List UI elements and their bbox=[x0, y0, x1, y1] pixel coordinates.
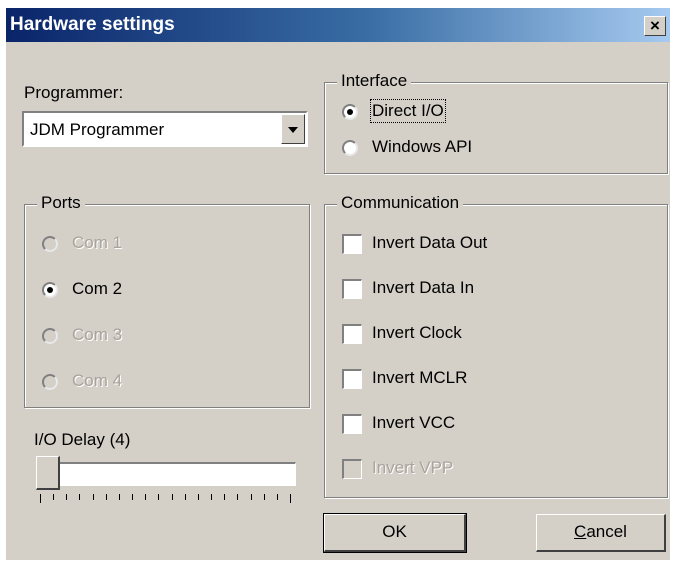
ports-group: Ports bbox=[24, 193, 310, 408]
cancel-mnemonic: C bbox=[574, 522, 587, 541]
interface-windows-api-label[interactable]: Windows API bbox=[372, 137, 472, 157]
invert-vpp-label: Invert VPP bbox=[372, 458, 454, 477]
invert-mclr-label[interactable]: Invert MCLR bbox=[372, 368, 467, 388]
port-com2-label[interactable]: Com 2 bbox=[72, 279, 122, 299]
invert-clock-label[interactable]: Invert Clock bbox=[372, 323, 462, 343]
invert-data-in-label[interactable]: Invert Data In bbox=[372, 278, 474, 298]
radio-selected-dot bbox=[47, 287, 53, 293]
invert-vcc-label[interactable]: Invert VCC bbox=[372, 413, 455, 433]
invert-data-in-checkbox[interactable] bbox=[342, 279, 362, 299]
window-title: Hardware settings bbox=[10, 14, 175, 35]
io-delay-tick bbox=[132, 494, 134, 500]
invert-clock-checkbox[interactable] bbox=[342, 324, 362, 344]
io-delay-thumb[interactable] bbox=[36, 456, 60, 490]
io-delay-tick bbox=[158, 494, 160, 500]
io-delay-ticks bbox=[40, 494, 291, 504]
cancel-label-rest: ancel bbox=[586, 522, 627, 541]
io-delay-tick bbox=[224, 494, 226, 500]
invert-vcc-checkbox[interactable] bbox=[342, 414, 362, 434]
port-com2-radio[interactable] bbox=[42, 282, 58, 298]
io-delay-label: I/O Delay (4) bbox=[34, 430, 131, 449]
invert-data-out-checkbox[interactable] bbox=[342, 234, 362, 254]
interface-direct-io-radio[interactable] bbox=[342, 104, 358, 120]
radio-selected-dot bbox=[347, 109, 353, 115]
programmer-dropdown-button[interactable] bbox=[281, 114, 305, 144]
io-delay-tick bbox=[145, 494, 147, 500]
port-com1-label: Com 1 bbox=[72, 233, 123, 252]
io-delay-tick bbox=[79, 494, 81, 500]
ports-legend: Ports bbox=[37, 193, 85, 213]
invert-vpp-checkbox[interactable] bbox=[342, 459, 362, 479]
port-com3-radio[interactable] bbox=[42, 328, 58, 344]
interface-group: Interface bbox=[324, 71, 668, 174]
invert-mclr-checkbox[interactable] bbox=[342, 369, 362, 389]
programmer-label: Programmer: bbox=[24, 83, 124, 102]
io-delay-tick bbox=[184, 494, 186, 500]
programmer-select[interactable]: JDM Programmer bbox=[22, 111, 308, 147]
io-delay-tick bbox=[118, 494, 120, 500]
title-bar[interactable]: Hardware settings × bbox=[6, 8, 670, 42]
close-button[interactable]: × bbox=[644, 16, 666, 36]
io-delay-tick bbox=[290, 494, 291, 503]
port-com1-radio[interactable] bbox=[42, 236, 58, 252]
port-com4-label: Com 4 bbox=[72, 371, 123, 390]
io-delay-tick bbox=[211, 494, 213, 500]
io-delay-tick bbox=[171, 494, 173, 500]
interface-windows-api-radio[interactable] bbox=[342, 140, 358, 156]
io-delay-tick bbox=[92, 494, 94, 500]
port-com3-label: Com 3 bbox=[72, 325, 123, 344]
close-icon: × bbox=[650, 16, 660, 35]
cancel-button[interactable]: Cancel bbox=[536, 514, 666, 552]
interface-legend: Interface bbox=[337, 71, 412, 91]
io-delay-tick bbox=[66, 494, 68, 500]
io-delay-tick bbox=[105, 494, 107, 500]
io-delay-tick bbox=[276, 494, 278, 500]
interface-direct-io-label[interactable]: Direct I/O bbox=[370, 99, 446, 123]
io-delay-tick bbox=[40, 494, 41, 503]
hardware-settings-dialog: Hardware settings × Programmer: JDM Prog… bbox=[6, 8, 670, 560]
communication-legend: Communication bbox=[337, 193, 464, 213]
programmer-selected-value: JDM Programmer bbox=[30, 120, 165, 139]
ok-button[interactable]: OK bbox=[323, 513, 467, 553]
io-delay-track[interactable] bbox=[36, 462, 296, 486]
io-delay-tick bbox=[53, 494, 55, 500]
io-delay-tick bbox=[237, 494, 239, 500]
io-delay-tick bbox=[250, 494, 252, 500]
io-delay-tick bbox=[197, 494, 199, 500]
invert-data-out-label[interactable]: Invert Data Out bbox=[372, 233, 487, 253]
io-delay-tick bbox=[263, 494, 265, 500]
port-com4-radio[interactable] bbox=[42, 374, 58, 390]
chevron-down-icon bbox=[288, 127, 298, 133]
